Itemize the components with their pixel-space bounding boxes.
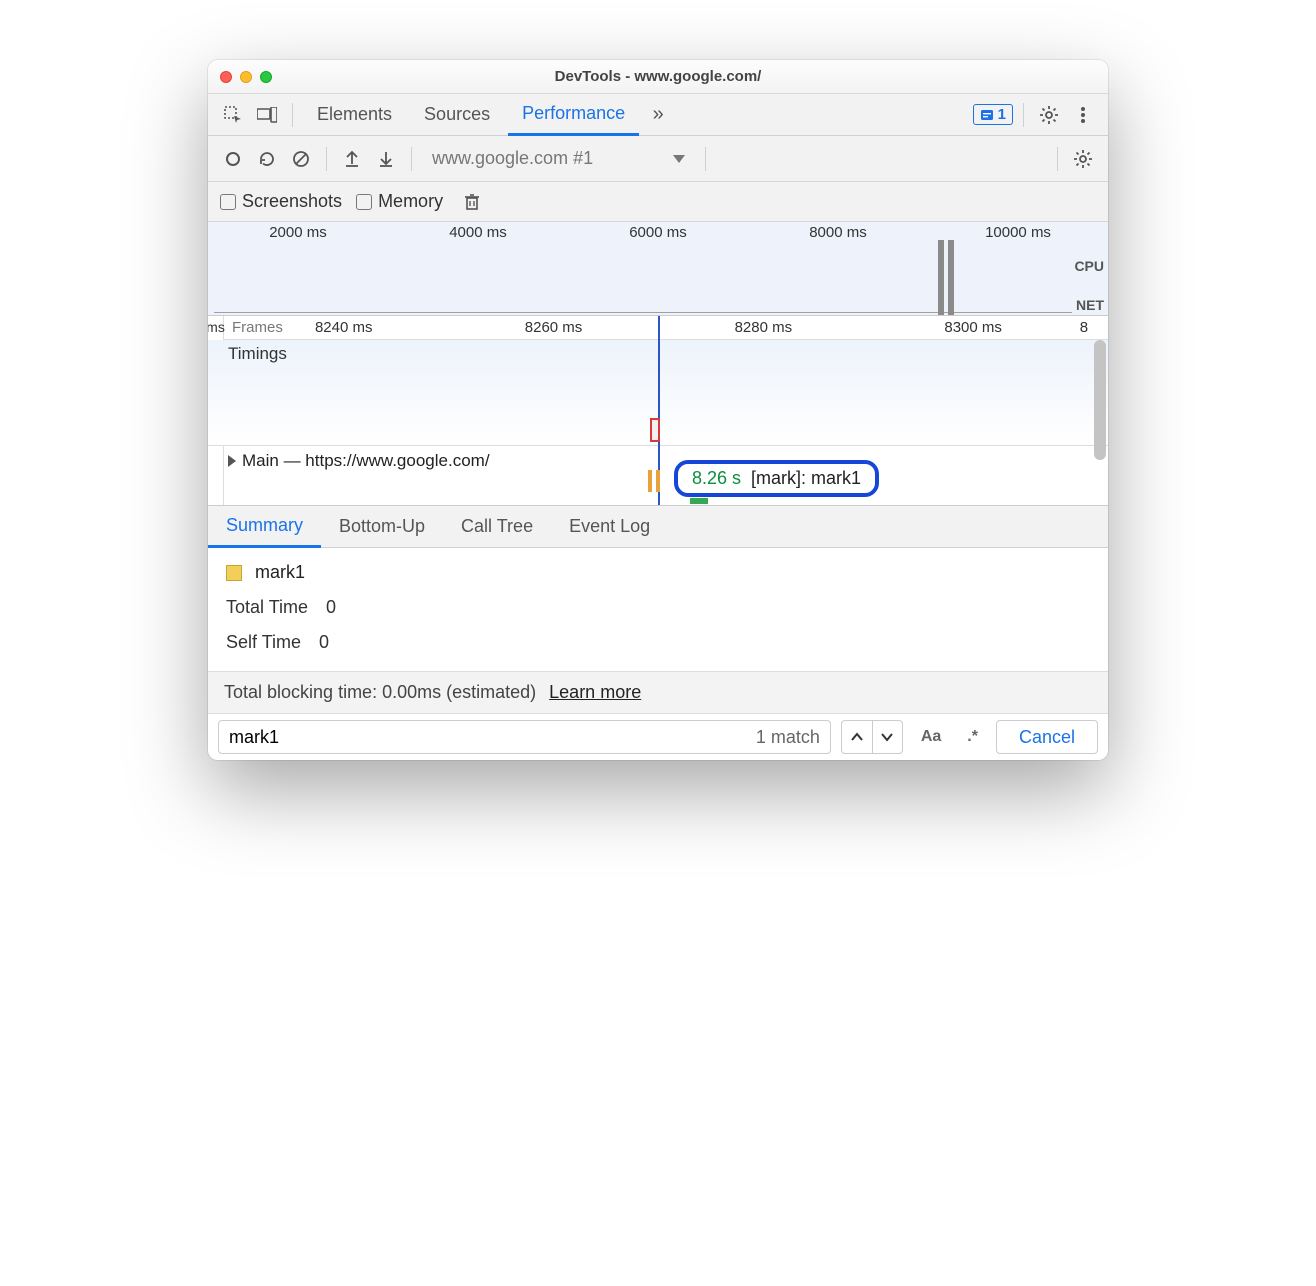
- perf-options: Screenshots Memory: [208, 182, 1108, 222]
- clear-icon[interactable]: [286, 144, 316, 174]
- dropdown-caret-icon: [673, 155, 685, 163]
- devtools-window: DevTools - www.google.com/ Elements Sour…: [208, 60, 1108, 760]
- vertical-scrollbar[interactable]: [1094, 340, 1106, 460]
- titlebar: DevTools - www.google.com/: [208, 60, 1108, 94]
- tab-summary[interactable]: Summary: [208, 506, 321, 548]
- screenshots-checkbox[interactable]: Screenshots: [220, 191, 342, 212]
- timing-tooltip: 8.26 s [mark]: mark1: [674, 460, 879, 497]
- task-bar[interactable]: [656, 470, 660, 492]
- summary-title-row: mark1: [226, 562, 1090, 583]
- flamechart-pane[interactable]: ms Frames 8240 ms 8260 ms 8280 ms 8300 m…: [208, 316, 1108, 506]
- tab-event-log[interactable]: Event Log: [551, 506, 668, 548]
- self-time-row: Self Time0: [226, 632, 1090, 653]
- tab-call-tree[interactable]: Call Tree: [443, 506, 551, 548]
- summary-name: mark1: [255, 562, 305, 582]
- inspect-element-icon[interactable]: [218, 100, 248, 130]
- tab-elements[interactable]: Elements: [303, 94, 406, 136]
- search-next-icon[interactable]: [872, 720, 902, 754]
- search-prev-icon[interactable]: [842, 720, 872, 754]
- device-toolbar-icon[interactable]: [252, 100, 282, 130]
- search-input-wrap: 1 match: [218, 720, 831, 754]
- download-icon[interactable]: [371, 144, 401, 174]
- category-swatch-icon: [226, 565, 242, 581]
- settings-gear-icon[interactable]: [1034, 100, 1064, 130]
- trash-icon[interactable]: [457, 187, 487, 217]
- cancel-button[interactable]: Cancel: [996, 720, 1098, 754]
- learn-more-link[interactable]: Learn more: [549, 682, 641, 702]
- upload-icon[interactable]: [337, 144, 367, 174]
- tooltip-text: [mark]: mark1: [751, 468, 861, 489]
- total-time-row: Total Time0: [226, 597, 1090, 618]
- recording-select[interactable]: www.google.com #1: [422, 148, 695, 169]
- reload-icon[interactable]: [252, 144, 282, 174]
- more-tabs-icon[interactable]: »: [643, 100, 673, 130]
- timing-marker[interactable]: [650, 418, 660, 442]
- cpu-label: CPU: [1074, 258, 1104, 274]
- overview-ticks: 2000 ms 4000 ms 6000 ms 8000 ms 10000 ms: [208, 222, 1108, 241]
- tbt-text: Total blocking time: 0.00ms (estimated): [224, 682, 536, 702]
- regex-toggle[interactable]: .*: [959, 728, 986, 746]
- perf-toolbar: www.google.com #1: [208, 136, 1108, 182]
- task-bar[interactable]: [648, 470, 652, 492]
- memory-checkbox[interactable]: Memory: [356, 191, 443, 212]
- search-input[interactable]: [229, 727, 748, 748]
- net-label: NET: [1076, 297, 1104, 313]
- match-case-toggle[interactable]: Aa: [913, 728, 949, 746]
- issues-count: 1: [998, 106, 1006, 123]
- overview-pane[interactable]: 2000 ms 4000 ms 6000 ms 8000 ms 10000 ms…: [208, 222, 1108, 316]
- details-tabbar: Summary Bottom-Up Call Tree Event Log: [208, 506, 1108, 548]
- devtools-tabbar: Elements Sources Performance » 1: [208, 94, 1108, 136]
- search-match-count: 1 match: [756, 727, 820, 748]
- tab-bottom-up[interactable]: Bottom-Up: [321, 506, 443, 548]
- tab-sources[interactable]: Sources: [410, 94, 504, 136]
- expand-caret-icon[interactable]: [228, 455, 236, 467]
- search-nav-buttons: [841, 720, 903, 754]
- summary-panel: mark1 Total Time0 Self Time0: [208, 548, 1108, 671]
- tooltip-time: 8.26 s: [692, 468, 741, 489]
- window-title: DevTools - www.google.com/: [208, 68, 1108, 85]
- overview-range-handle[interactable]: [938, 240, 950, 315]
- kebab-menu-icon[interactable]: [1068, 100, 1098, 130]
- tab-performance[interactable]: Performance: [508, 94, 639, 136]
- capture-settings-gear-icon[interactable]: [1068, 144, 1098, 174]
- search-bar: 1 match Aa .* Cancel: [208, 714, 1108, 760]
- task-bar[interactable]: [690, 498, 708, 504]
- issues-badge[interactable]: 1: [973, 104, 1013, 125]
- tbt-footer: Total blocking time: 0.00ms (estimated) …: [208, 671, 1108, 714]
- record-icon[interactable]: [218, 144, 248, 174]
